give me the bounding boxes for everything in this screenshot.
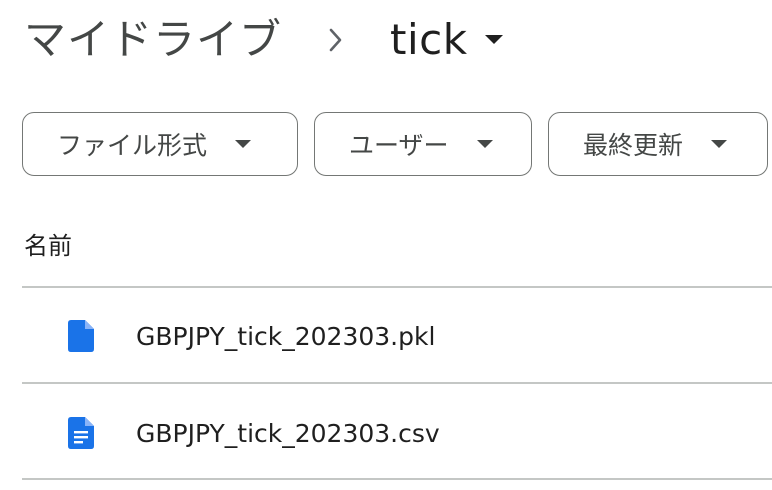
file-row[interactable]: GBPJPY_tick_202303.pkl	[22, 289, 772, 383]
last-modified-filter-label: 最終更新	[583, 131, 684, 160]
file-type-filter-chip[interactable]: ファイル形式	[22, 112, 298, 176]
file-row[interactable]: GBPJPY_tick_202303.csv	[22, 386, 772, 480]
arrow-drop-down-icon	[711, 139, 728, 149]
divider	[22, 286, 772, 288]
user-filter-chip[interactable]: ユーザー	[314, 112, 532, 176]
last-modified-filter-chip[interactable]: 最終更新	[548, 112, 768, 176]
generic-file-icon	[66, 319, 96, 353]
current-folder-name: tick	[390, 15, 468, 64]
divider	[22, 382, 772, 384]
file-name: GBPJPY_tick_202303.csv	[136, 418, 440, 448]
breadcrumb: マイドライブ tick	[24, 10, 504, 70]
user-filter-label: ユーザー	[349, 131, 449, 160]
arrow-drop-down-icon	[235, 139, 252, 149]
arrow-drop-down-icon	[476, 139, 493, 149]
arrow-drop-down-icon	[484, 34, 504, 46]
breadcrumb-root-my-drive[interactable]: マイドライブ	[24, 10, 282, 70]
document-file-icon	[66, 416, 96, 450]
file-name: GBPJPY_tick_202303.pkl	[136, 321, 436, 351]
file-type-filter-label: ファイル形式	[57, 131, 208, 160]
chevron-right-icon	[328, 27, 344, 53]
column-header-name[interactable]: 名前	[24, 226, 72, 266]
breadcrumb-current-folder[interactable]: tick	[390, 10, 504, 70]
filter-chips: ファイル形式 ユーザー 最終更新	[22, 112, 768, 176]
divider	[22, 478, 772, 480]
